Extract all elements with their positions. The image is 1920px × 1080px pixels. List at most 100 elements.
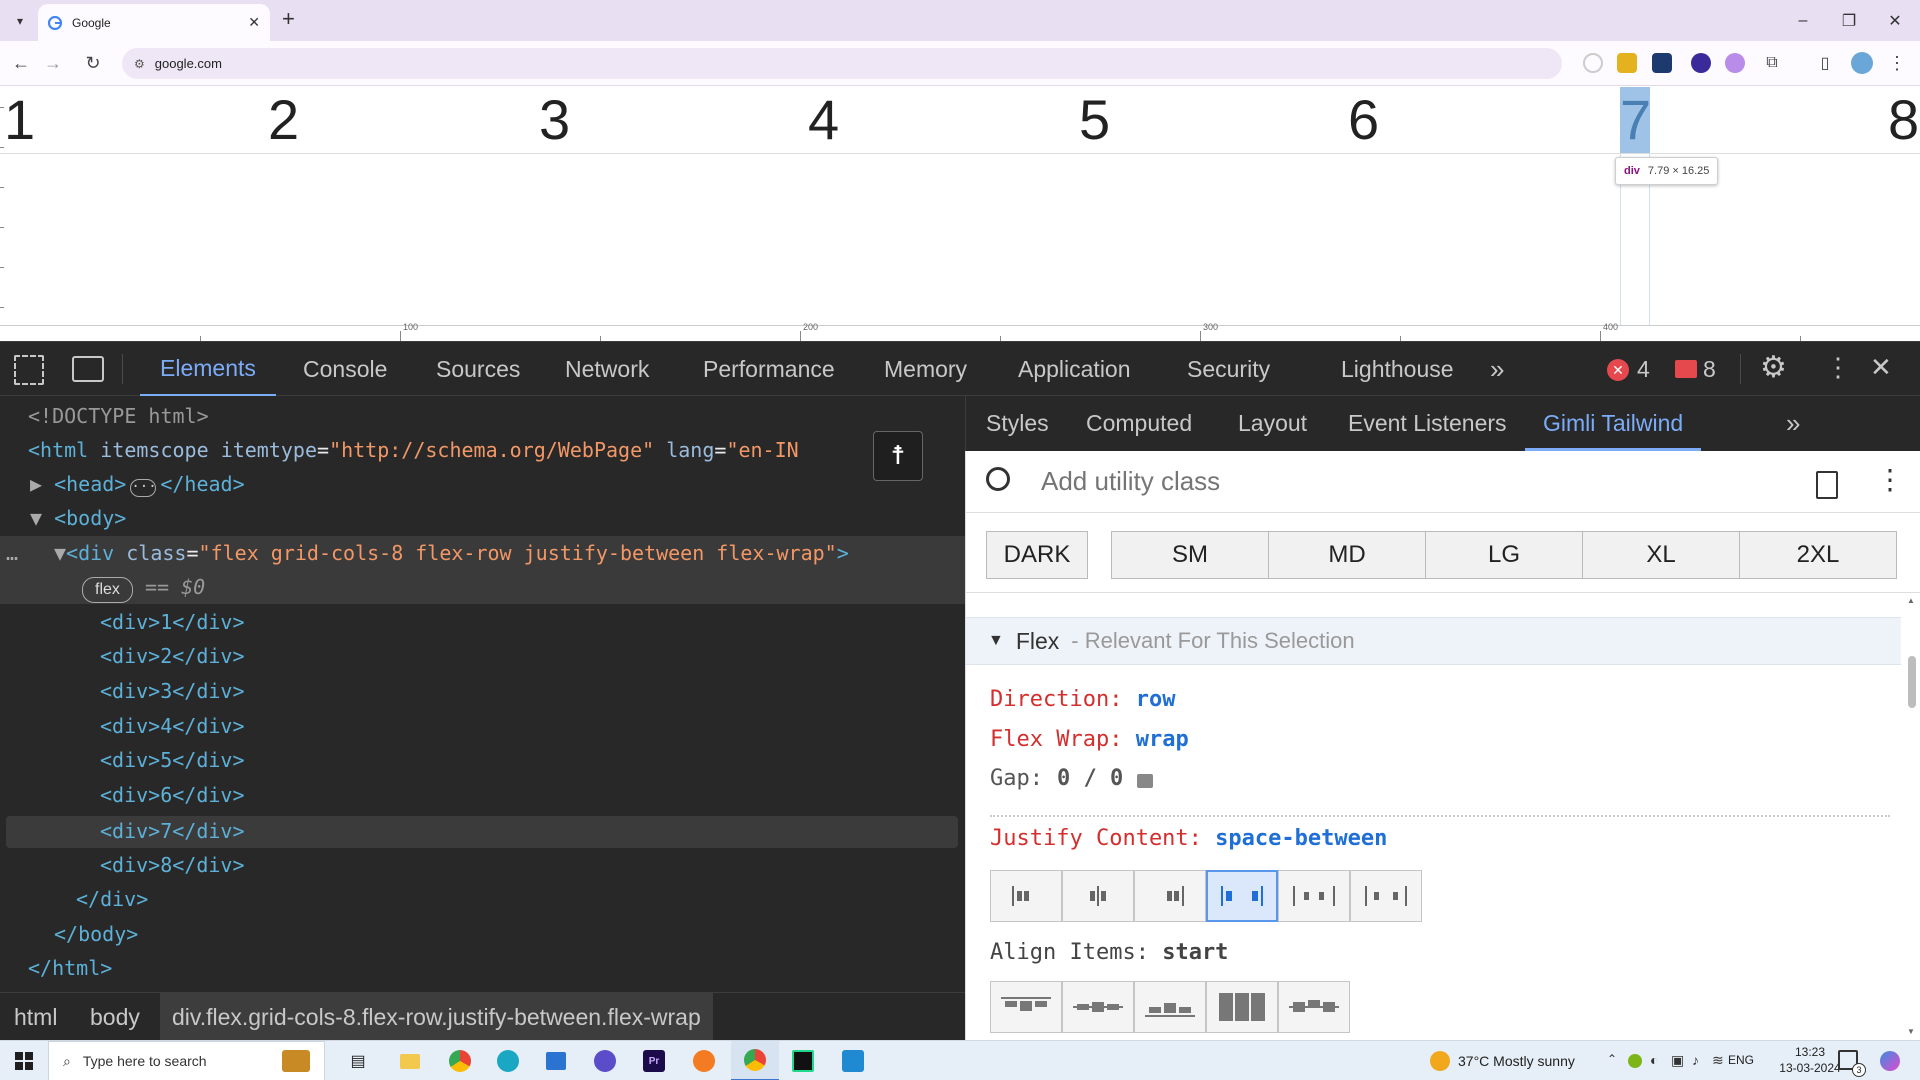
dom-child-1[interactable]: <div>1</div> bbox=[100, 605, 245, 639]
weather-widget[interactable]: 37°C Mostly sunny bbox=[1430, 1041, 1575, 1080]
tab-elements[interactable]: Elements bbox=[140, 342, 276, 397]
justify-content-value[interactable]: space-between bbox=[1215, 826, 1387, 851]
tab-styles[interactable]: Styles bbox=[986, 396, 1049, 451]
accessibility-icon[interactable]: ☨ bbox=[873, 431, 923, 481]
dark-mode-button[interactable]: DARK bbox=[986, 531, 1088, 579]
justify-start-button[interactable] bbox=[990, 870, 1062, 922]
breakpoint-2xl[interactable]: 2XL bbox=[1739, 531, 1897, 579]
profile-avatar[interactable] bbox=[1851, 52, 1873, 74]
align-items-value[interactable]: start bbox=[1162, 940, 1228, 965]
panel-scrollbar[interactable]: ▲ ▼ bbox=[1904, 596, 1918, 1036]
dom-body-close[interactable]: </body> bbox=[54, 917, 138, 951]
dom-child-7[interactable]: <div>7</div> bbox=[100, 814, 245, 848]
flex-wrap-value[interactable]: wrap bbox=[1136, 727, 1189, 752]
volume-icon[interactable]: ♪ bbox=[1692, 1052, 1699, 1068]
utility-class-input[interactable] bbox=[1041, 463, 1741, 499]
file-explorer-icon[interactable] bbox=[386, 1041, 434, 1080]
breakpoint-sm[interactable]: SM bbox=[1111, 531, 1269, 579]
more-tabs-chevron-icon[interactable]: » bbox=[1490, 342, 1504, 397]
direction-value[interactable]: row bbox=[1136, 687, 1176, 712]
message-icon[interactable] bbox=[1675, 360, 1697, 378]
breadcrumb-html[interactable]: html bbox=[2, 993, 69, 1041]
justify-center-button[interactable] bbox=[1062, 870, 1134, 922]
dom-html-open[interactable]: <html itemscope itemtype="http://schema.… bbox=[28, 433, 799, 467]
breakpoint-md[interactable]: MD bbox=[1268, 531, 1426, 579]
taskbar-search-box[interactable]: ⌕ Type here to search bbox=[48, 1041, 325, 1080]
tab-lighthouse[interactable]: Lighthouse bbox=[1341, 342, 1454, 397]
tab-search-button[interactable]: ▾ bbox=[8, 9, 32, 33]
tab-network[interactable]: Network bbox=[565, 342, 649, 397]
settings-gear-icon[interactable]: ⚙ bbox=[1760, 350, 1787, 385]
language-indicator[interactable]: ENG bbox=[1728, 1053, 1754, 1067]
store-icon[interactable] bbox=[532, 1041, 580, 1080]
side-panel-icon[interactable]: ▯ bbox=[1810, 48, 1840, 78]
wifi-icon[interactable]: ≋ bbox=[1712, 1052, 1724, 1069]
device-toolbar-icon[interactable] bbox=[72, 356, 104, 382]
vscode-icon[interactable] bbox=[829, 1041, 877, 1080]
close-devtools-icon[interactable]: ✕ bbox=[1870, 352, 1892, 383]
firefox-icon[interactable] bbox=[680, 1041, 728, 1080]
dom-body[interactable]: ▼ <body> bbox=[30, 501, 126, 535]
justify-end-button[interactable] bbox=[1134, 870, 1206, 922]
reload-button[interactable]: ↻ bbox=[78, 48, 108, 78]
ellipsis-icon[interactable]: ··· bbox=[130, 479, 157, 497]
align-end-button[interactable] bbox=[1134, 981, 1206, 1033]
premiere-pro-icon[interactable]: Pr bbox=[630, 1041, 678, 1080]
pycharm-icon[interactable] bbox=[779, 1041, 827, 1080]
scrollbar-thumb[interactable] bbox=[1908, 656, 1916, 708]
dom-child-5[interactable]: <div>5</div> bbox=[100, 743, 245, 777]
gap-value[interactable]: 0 / 0 bbox=[1057, 766, 1123, 791]
task-view-icon[interactable]: ▤ bbox=[334, 1041, 382, 1080]
restore-button[interactable]: ❐ bbox=[1826, 0, 1872, 41]
dom-more-icon[interactable]: … bbox=[6, 536, 18, 570]
flex-section-header[interactable]: ▼ Flex - Relevant For This Selection bbox=[966, 617, 1901, 665]
dom-child-4[interactable]: <div>4</div> bbox=[100, 709, 245, 743]
tab-google[interactable]: Google ✕ bbox=[38, 4, 270, 41]
back-button[interactable]: ← bbox=[6, 48, 36, 78]
tab-application[interactable]: Application bbox=[1018, 342, 1131, 397]
tab-memory[interactable]: Memory bbox=[884, 342, 967, 397]
lock-icon[interactable] bbox=[1137, 773, 1154, 788]
tab-performance[interactable]: Performance bbox=[703, 342, 835, 397]
extensions-puzzle-icon[interactable]: ⧉ bbox=[1757, 48, 1787, 78]
address-bar[interactable]: ⚙ google.com bbox=[122, 48, 1562, 79]
expand-head-icon[interactable]: ▶ bbox=[30, 472, 42, 496]
dom-child-2[interactable]: <div>2</div> bbox=[100, 639, 245, 673]
justify-evenly-button[interactable] bbox=[1350, 870, 1422, 922]
scroll-up-icon[interactable]: ▲ bbox=[1904, 596, 1918, 605]
chrome-icon[interactable] bbox=[436, 1041, 484, 1080]
dom-child-3[interactable]: <div>3</div> bbox=[100, 674, 245, 708]
extension-icon-4[interactable] bbox=[1691, 53, 1711, 73]
tab-computed[interactable]: Computed bbox=[1086, 396, 1192, 451]
tab-event-listeners[interactable]: Event Listeners bbox=[1348, 396, 1507, 451]
error-icon[interactable]: ✕ bbox=[1607, 359, 1629, 381]
tab-sources[interactable]: Sources bbox=[436, 342, 520, 397]
tab-close-icon[interactable]: ✕ bbox=[248, 14, 260, 31]
new-tab-button[interactable]: + bbox=[282, 6, 295, 32]
collapse-body-icon[interactable]: ▼ bbox=[30, 506, 42, 530]
collapse-section-icon[interactable]: ▼ bbox=[988, 632, 1004, 650]
tab-console[interactable]: Console bbox=[303, 342, 387, 397]
justify-around-button[interactable] bbox=[1278, 870, 1350, 922]
tab-gimli-tailwind[interactable]: Gimli Tailwind bbox=[1525, 396, 1702, 451]
breadcrumb-div[interactable]: div.flex.grid-cols-8.flex-row.justify-be… bbox=[160, 993, 713, 1041]
dom-div-close[interactable]: </div> bbox=[76, 882, 148, 916]
devtools-menu-icon[interactable]: ⋮ bbox=[1825, 352, 1851, 383]
more-sidebar-tabs-chevron-icon[interactable]: » bbox=[1786, 396, 1800, 451]
show-hidden-icons[interactable]: ⌃ bbox=[1607, 1052, 1617, 1066]
dom-head[interactable]: ▶ <head> ··· </head> bbox=[30, 467, 245, 501]
breakpoint-lg[interactable]: LG bbox=[1425, 531, 1583, 579]
dom-div-container[interactable]: ▼<div class="flex grid-cols-8 flex-row j… bbox=[54, 536, 849, 570]
tab-security[interactable]: Security bbox=[1187, 342, 1270, 397]
chrome-active-icon[interactable] bbox=[731, 1041, 779, 1080]
tray-icon-3[interactable]: ▣ bbox=[1671, 1052, 1684, 1069]
windows-start-icon[interactable] bbox=[0, 1041, 48, 1080]
scroll-down-icon[interactable]: ▼ bbox=[1904, 1027, 1918, 1036]
inspect-element-icon[interactable] bbox=[14, 355, 44, 385]
dom-doctype[interactable]: <!DOCTYPE html> bbox=[28, 399, 209, 433]
extension-icon-1[interactable] bbox=[1583, 53, 1603, 73]
edge-icon[interactable] bbox=[484, 1041, 532, 1080]
tray-icon-1[interactable] bbox=[1628, 1054, 1642, 1068]
tray-icon-2[interactable]: ◐ bbox=[1650, 1052, 1658, 1068]
align-stretch-button[interactable] bbox=[1206, 981, 1278, 1033]
